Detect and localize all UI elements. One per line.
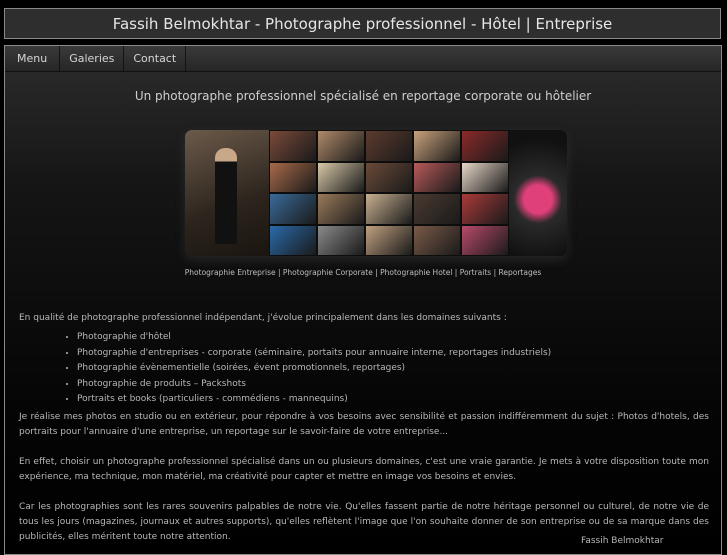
mosaic-tile — [269, 130, 317, 162]
mosaic-tile — [413, 193, 461, 225]
service-item: Photographie d'hôtel — [77, 330, 709, 346]
menu-item-contact[interactable]: Contact — [124, 46, 187, 71]
mosaic-tile — [461, 193, 509, 225]
mosaic-tile — [413, 224, 461, 256]
mosaic-tile — [413, 161, 461, 193]
mosaic-tile — [365, 161, 413, 193]
service-item: Photographie de produits – Packshots — [77, 377, 709, 393]
site-header: Fassih Belmokhtar - Photographe professi… — [4, 8, 721, 39]
intro-paragraph: En qualité de photographe professionnel … — [19, 313, 507, 323]
paragraph-1: Je réalise mes photos en studio ou en ex… — [19, 411, 709, 437]
mosaic-tile — [317, 130, 365, 162]
mosaic-tile — [365, 130, 413, 162]
mosaic-tile — [269, 224, 317, 256]
mosaic-tile — [461, 130, 509, 162]
portrait-photo — [185, 130, 269, 256]
mosaic-tile — [461, 224, 509, 256]
menu-item-menu[interactable]: Menu — [5, 46, 61, 71]
model-figure — [215, 148, 237, 244]
mosaic-tile — [365, 193, 413, 225]
hotel-photo-mosaic — [269, 130, 509, 256]
mosaic-tile — [317, 161, 365, 193]
page-tagline: Un photographe professionnel spécialisé … — [134, 89, 592, 103]
service-item: Photographie d'entreprises - corporate (… — [77, 346, 709, 362]
mosaic-tile — [269, 193, 317, 225]
shoe-photo — [509, 130, 567, 256]
main-menu: Menu Galeries Contact — [5, 46, 721, 72]
banner-caption: Photographie Entreprise | Photographie C… — [184, 268, 542, 277]
services-list: Photographie d'hôtel Photographie d'entr… — [19, 330, 709, 408]
content-frame: Menu Galeries Contact Un photographe pro… — [4, 45, 722, 555]
service-item: Portraits et books (particuliers - commé… — [77, 392, 709, 408]
service-item: Photographie évènementielle (soirées, év… — [77, 361, 709, 377]
main-text: En qualité de photographe professionnel … — [19, 311, 709, 545]
mosaic-tile — [461, 161, 509, 193]
mosaic-tile — [413, 130, 461, 162]
paragraph-2: En effet, choisir un photographe profess… — [19, 456, 709, 482]
mosaic-tile — [317, 224, 365, 256]
banner-image — [185, 130, 567, 256]
site-title: Fassih Belmokhtar - Photographe professi… — [112, 14, 613, 33]
mosaic-tile — [269, 161, 317, 193]
mosaic-tile — [317, 193, 365, 225]
mosaic-tile — [365, 224, 413, 256]
menu-item-galeries[interactable]: Galeries — [60, 46, 125, 71]
